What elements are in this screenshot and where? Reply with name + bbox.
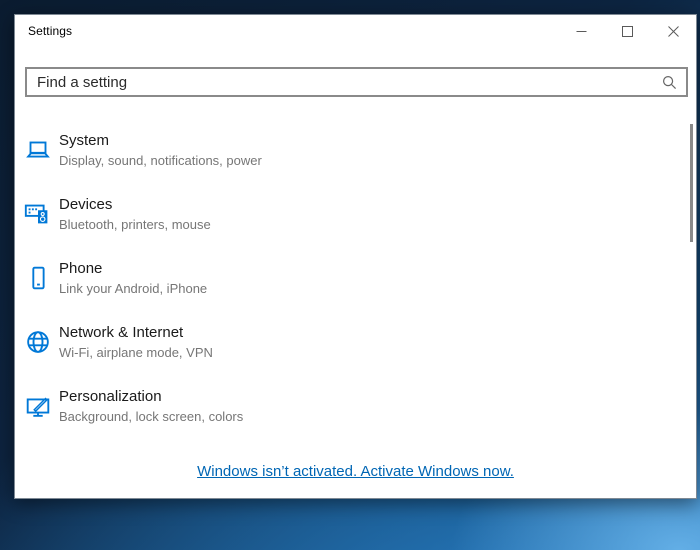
settings-list: System Display, sound, notifications, po…	[23, 118, 666, 438]
item-subtitle: Bluetooth, printers, mouse	[59, 216, 211, 233]
activation-notice: Windows isn’t activated. Activate Window…	[15, 463, 696, 481]
scrollbar-thumb[interactable]	[690, 124, 693, 242]
settings-item-system[interactable]: System Display, sound, notifications, po…	[23, 118, 666, 182]
settings-window: Settings	[14, 14, 697, 499]
window-title: Settings	[15, 24, 72, 38]
item-title: Phone	[59, 259, 207, 278]
item-subtitle: Background, lock screen, colors	[59, 408, 243, 425]
search-box	[25, 67, 688, 97]
settings-item-personalization[interactable]: Personalization Background, lock screen,…	[23, 374, 666, 438]
monitor-pen-icon	[23, 391, 59, 421]
keyboard-speaker-icon	[23, 199, 59, 229]
item-title: Personalization	[59, 387, 243, 406]
item-subtitle: Display, sound, notifications, power	[59, 152, 262, 169]
close-button[interactable]	[650, 15, 696, 47]
item-title: Network & Internet	[59, 323, 213, 342]
search-icon[interactable]	[662, 75, 686, 90]
item-title: Devices	[59, 195, 211, 214]
item-title: System	[59, 131, 262, 150]
minimize-button[interactable]	[558, 15, 604, 47]
settings-item-devices[interactable]: Devices Bluetooth, printers, mouse	[23, 182, 666, 246]
maximize-icon	[622, 26, 633, 37]
phone-icon	[23, 263, 59, 293]
maximize-button[interactable]	[604, 15, 650, 47]
activate-windows-link[interactable]: Windows isn’t activated. Activate Window…	[197, 463, 514, 480]
item-subtitle: Link your Android, iPhone	[59, 280, 207, 297]
settings-item-network[interactable]: Network & Internet Wi-Fi, airplane mode,…	[23, 310, 666, 374]
minimize-icon	[576, 26, 587, 37]
laptop-icon	[23, 135, 59, 165]
close-icon	[668, 26, 679, 37]
search-input[interactable]	[27, 74, 662, 91]
settings-item-phone[interactable]: Phone Link your Android, iPhone	[23, 246, 666, 310]
item-subtitle: Wi-Fi, airplane mode, VPN	[59, 344, 213, 361]
globe-icon	[23, 327, 59, 357]
title-bar[interactable]: Settings	[15, 15, 696, 47]
caption-buttons	[558, 15, 696, 47]
